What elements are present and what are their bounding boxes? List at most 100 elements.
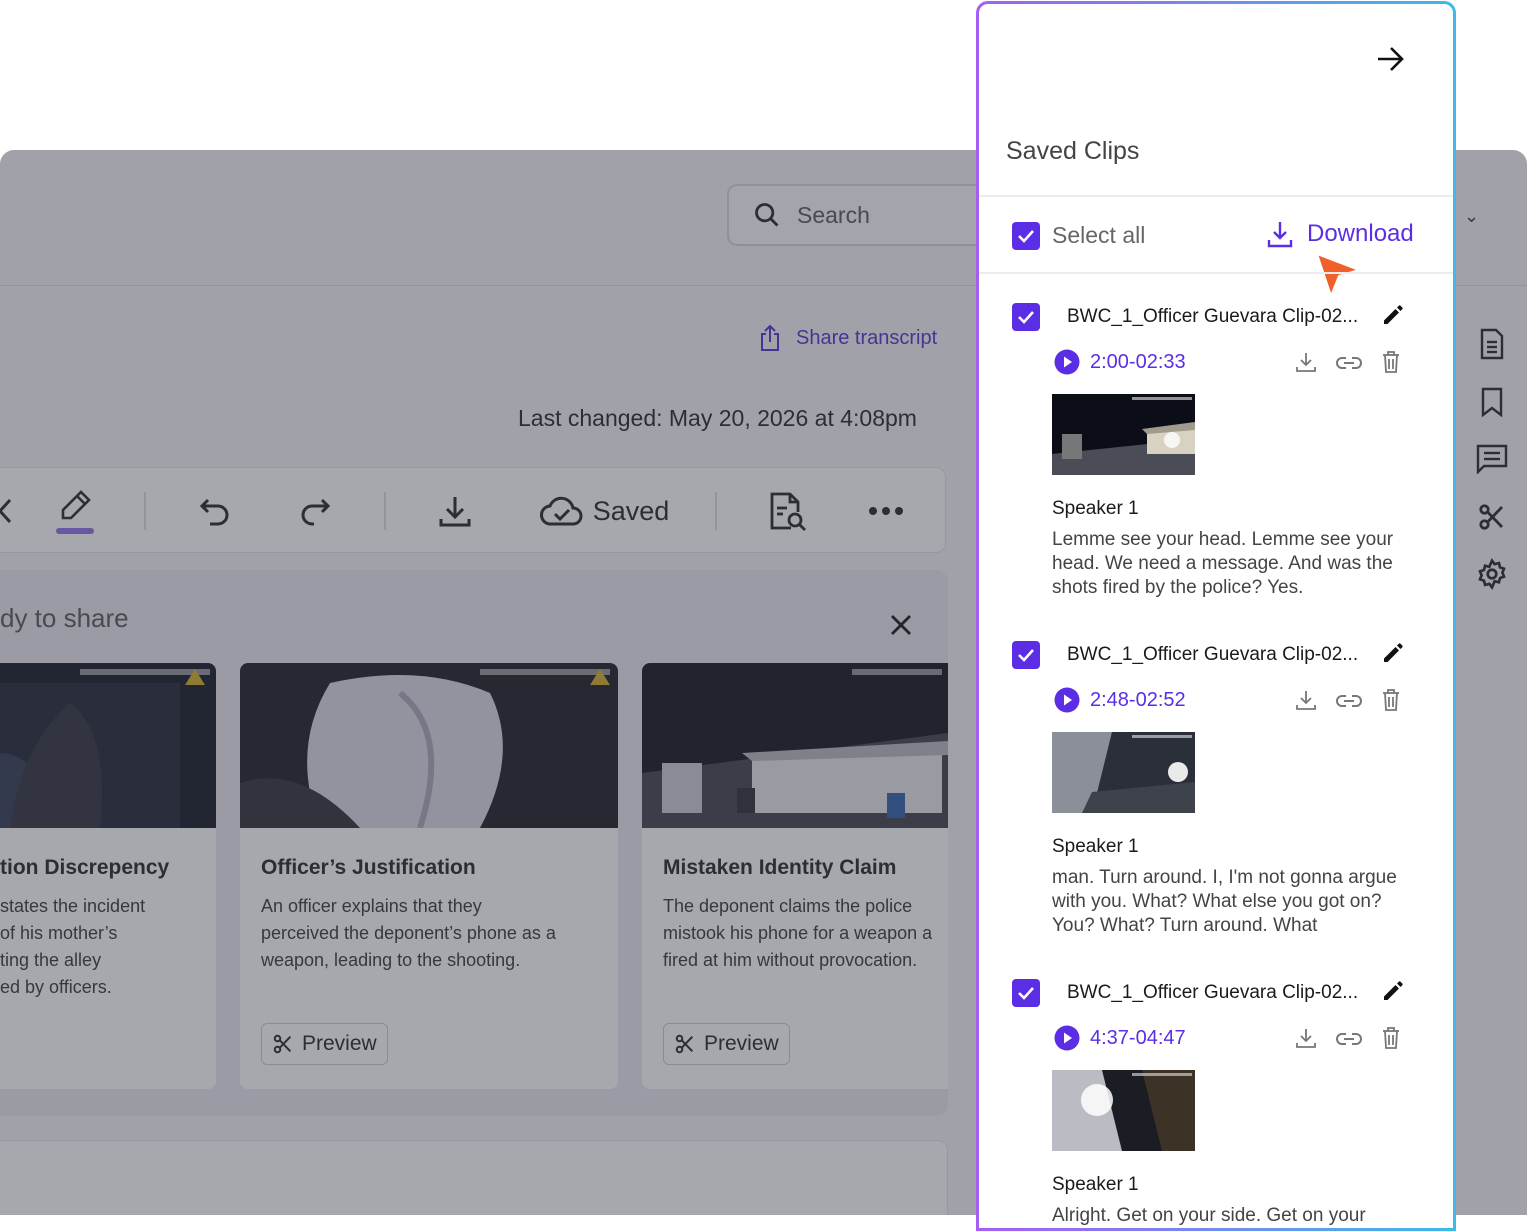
chevron-down-icon[interactable]: ⌄ (1464, 206, 1479, 227)
clip-name: BWC_1_Officer Guevara Clip-02... (1067, 982, 1359, 1003)
search-icon (755, 203, 779, 227)
trash-icon[interactable] (1381, 688, 1401, 717)
clip-checkbox[interactable] (1012, 303, 1040, 331)
transcript-section (0, 1140, 948, 1215)
download-icon (439, 497, 471, 527)
select-all-label: Select all (1052, 222, 1146, 248)
speaker-label: Speaker 1 (1052, 1174, 1139, 1195)
trash-icon[interactable] (1381, 350, 1401, 379)
clip-name: BWC_1_Officer Guevara Clip-02... (1067, 644, 1359, 665)
pencil-icon[interactable] (1382, 980, 1404, 1007)
clip-name: BWC_1_Officer Guevara Clip-02... (1067, 306, 1359, 327)
card-description: states the incident of his mother’s ting… (0, 896, 146, 997)
preview-label: Preview (302, 1032, 377, 1055)
document-search-button[interactable] (763, 468, 811, 554)
check-icon (1018, 649, 1034, 662)
clip-play-button[interactable]: 4:37-04:47 (1054, 1025, 1186, 1051)
share-icon (761, 324, 779, 351)
pencil-icon[interactable] (1382, 642, 1404, 669)
clip-time: 2:00-02:33 (1090, 350, 1186, 373)
clip-time: 4:37-04:47 (1090, 1026, 1186, 1049)
speaker-label: Speaker 1 (1052, 498, 1139, 519)
clip-thumbnail (1052, 1070, 1195, 1151)
arrow-right-icon[interactable] (1375, 44, 1405, 79)
panel-title: Saved Clips (1006, 137, 1140, 165)
card-title: Mistaken Identity Claim (663, 856, 897, 879)
highlighter-icon (56, 490, 94, 534)
download-button[interactable]: Download (1267, 220, 1414, 248)
check-icon (1018, 311, 1034, 324)
saved-status: Saved (534, 468, 674, 554)
clip-time: 2:48-02:52 (1090, 688, 1186, 711)
last-changed-text: Last changed: May 20, 2026 at 4:08pm (518, 405, 917, 431)
clip-card[interactable]: tion Discrepency states the incident of … (0, 663, 216, 1089)
download-icon[interactable] (1295, 689, 1317, 716)
clip-transcript: man. Turn around. I, I'm not gonna argue… (1052, 867, 1397, 936)
more-options-button[interactable] (864, 468, 908, 554)
divider (979, 272, 1453, 274)
card-title: Officer’s Justification (261, 856, 476, 879)
scissors-icon[interactable] (1473, 498, 1511, 536)
undo-icon (199, 498, 229, 526)
clip-card[interactable]: Officer’s Justification An officer expla… (240, 663, 618, 1089)
clip-transcript: Alright. Get on your side. Get on your (1052, 1205, 1366, 1226)
play-icon (1054, 1025, 1080, 1051)
card-thumbnail (240, 663, 618, 828)
preview-label: Preview (704, 1032, 779, 1055)
card-title: tion Discrepency (0, 856, 170, 879)
preview-button[interactable]: Preview (663, 1023, 790, 1065)
saved-clips-panel: Saved Clips Select all Download BWC_1_Of… (976, 1, 1456, 1231)
clip-play-button[interactable]: 2:00-02:33 (1054, 349, 1186, 375)
cursor-pointer-icon (1313, 252, 1363, 307)
comment-icon[interactable] (1473, 440, 1511, 478)
saved-label: Saved (592, 495, 670, 526)
clip-checkbox[interactable] (1012, 979, 1040, 1007)
clip-play-button[interactable]: 2:48-02:52 (1054, 687, 1186, 713)
clip-checkbox[interactable] (1012, 641, 1040, 669)
redo-icon (301, 498, 331, 526)
link-icon[interactable] (1336, 354, 1362, 377)
scissors-icon (675, 1034, 694, 1054)
play-icon (1054, 687, 1080, 713)
highlighter-button[interactable] (53, 468, 97, 554)
preview-button[interactable]: Preview (261, 1023, 388, 1065)
speaker-label: Speaker 1 (1052, 836, 1139, 857)
close-icon[interactable] (888, 612, 914, 643)
trash-icon[interactable] (1381, 1026, 1401, 1055)
card-description: An officer explains that they perceived … (261, 896, 556, 970)
link-icon[interactable] (1336, 692, 1362, 715)
share-transcript-button[interactable]: Share transcript (758, 324, 937, 352)
redo-button[interactable] (291, 468, 339, 554)
bookmark-icon[interactable] (1473, 383, 1511, 421)
play-icon (1054, 349, 1080, 375)
undo-button[interactable] (191, 468, 239, 554)
toolbar-divider (144, 492, 146, 530)
card-thumbnail (642, 663, 948, 828)
document-search-icon (770, 492, 806, 531)
gear-icon[interactable] (1473, 555, 1511, 593)
more-icon (869, 507, 903, 515)
clip-thumbnail (1052, 394, 1195, 475)
link-icon[interactable] (1336, 1030, 1362, 1053)
clip-transcript: Lemme see your head. Lemme see your head… (1052, 529, 1394, 598)
clip-card[interactable]: Mistaken Identity Claim The deponent cla… (642, 663, 948, 1089)
download-button[interactable] (431, 468, 479, 554)
share-transcript-label: Share transcript (796, 326, 938, 349)
pencil-icon[interactable] (1382, 304, 1404, 331)
card-thumbnail (0, 663, 216, 828)
clip-thumbnail (1052, 732, 1195, 813)
download-icon[interactable] (1295, 351, 1317, 378)
download-label: Download (1307, 220, 1414, 247)
download-icon (1267, 222, 1293, 248)
download-icon[interactable] (1295, 1027, 1317, 1054)
chevron-left-icon[interactable] (0, 468, 21, 554)
divider (979, 195, 1453, 197)
cloud-check-icon (539, 496, 583, 526)
card-description: The deponent claims the police mistook h… (663, 896, 933, 970)
check-icon (1018, 987, 1034, 1000)
select-all-checkbox[interactable] (1012, 222, 1040, 250)
toolbar-divider (384, 492, 386, 530)
check-icon (1018, 230, 1034, 243)
editor-toolbar: Saved (0, 467, 946, 553)
document-icon[interactable] (1473, 325, 1511, 363)
